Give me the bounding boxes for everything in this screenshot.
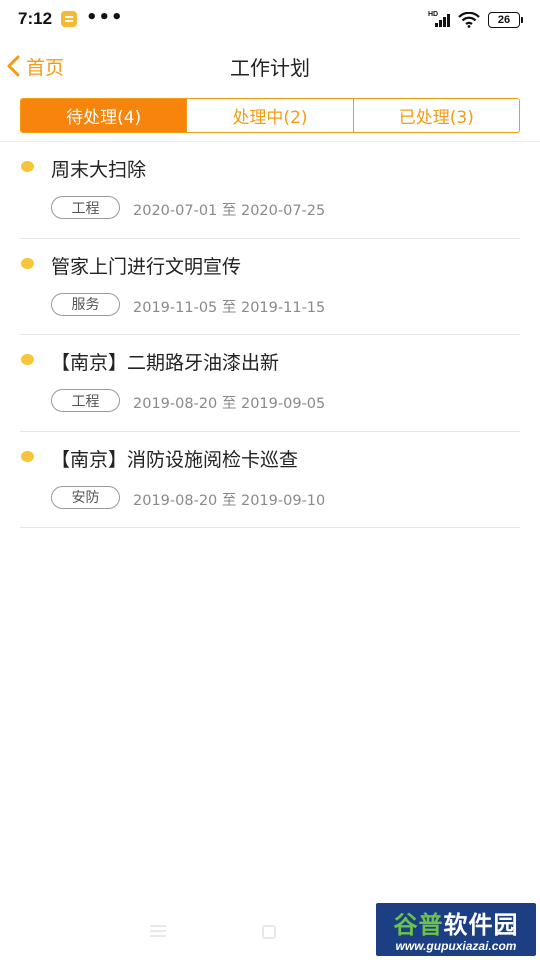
task-list: 周末大扫除 工程 2020-07-01 至 2020-07-25 管家上门进行文… <box>0 142 540 528</box>
wifi-icon <box>458 12 480 28</box>
watermark-url: www.gupuxiazai.com <box>395 939 517 953</box>
notification-app-icon <box>61 11 77 27</box>
status-dot-icon <box>21 354 34 365</box>
status-dot-icon <box>21 257 34 269</box>
list-item[interactable]: 管家上门进行文明宣传 服务 2019-11-05 至 2019-11-15 <box>20 239 520 335</box>
battery-icon: 26 <box>488 12 523 28</box>
nav-bar: 首页 工作计划 <box>0 40 540 92</box>
status-bar: 7:12 ••• HD 26 <box>0 0 540 40</box>
status-dot-icon <box>21 161 34 172</box>
task-date-range: 2019-11-05 至 2019-11-15 <box>133 299 326 316</box>
page-title: 工作计划 <box>230 56 310 80</box>
status-time: 7:12 <box>18 9 53 28</box>
list-item[interactable]: 【南京】二期路牙油漆出新 工程 2019-08-20 至 2019-09-05 <box>20 335 520 432</box>
task-title: 周末大扫除 <box>51 159 147 181</box>
system-home-icon[interactable] <box>262 925 276 939</box>
watermark-brand: 谷普软件园 <box>393 911 519 939</box>
category-tag: 工程 <box>51 196 120 219</box>
tab-in-progress[interactable]: 处理中(2) <box>186 99 352 132</box>
task-title: 管家上门进行文明宣传 <box>51 255 242 278</box>
status-dot-icon <box>21 450 34 462</box>
category-tag: 安防 <box>51 485 120 509</box>
system-menu-icon[interactable] <box>150 925 166 937</box>
signal-icon: HD <box>428 11 450 27</box>
tab-pending[interactable]: 待处理(4) <box>21 99 187 132</box>
tab-done[interactable]: 已处理(3) <box>352 99 519 132</box>
task-title: 【南京】二期路牙油漆出新 <box>51 352 280 374</box>
category-tag: 服务 <box>51 292 120 316</box>
task-date-range: 2019-08-20 至 2019-09-05 <box>133 396 326 412</box>
status-tabs: 待处理(4) 处理中(2) 已处理(3) <box>20 98 520 133</box>
status-indicators: HD 26 <box>428 10 523 30</box>
more-notifications-icon: ••• <box>86 7 124 28</box>
category-tag: 工程 <box>51 389 120 412</box>
list-item[interactable]: 周末大扫除 工程 2020-07-01 至 2020-07-25 <box>20 142 520 239</box>
task-date-range: 2019-08-20 至 2019-09-10 <box>133 492 326 509</box>
watermark-logo: 谷普软件园 www.gupuxiazai.com <box>376 903 536 956</box>
task-title: 【南京】消防设施阅检卡巡查 <box>51 448 299 471</box>
battery-level: 26 <box>497 14 511 26</box>
task-date-range: 2020-07-01 至 2020-07-25 <box>133 203 326 219</box>
list-item[interactable]: 【南京】消防设施阅检卡巡查 安防 2019-08-20 至 2019-09-10 <box>20 432 520 528</box>
